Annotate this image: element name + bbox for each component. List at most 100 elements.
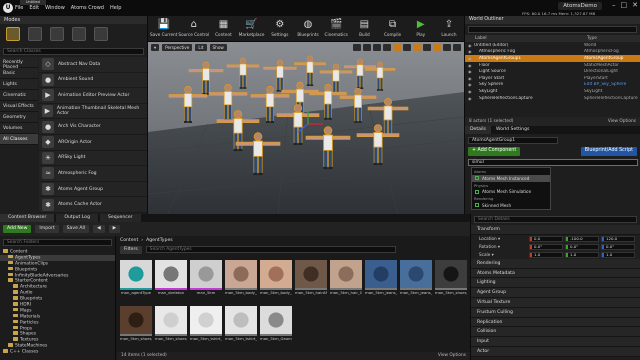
- category-volumes[interactable]: Volumes: [0, 123, 38, 134]
- filters-button[interactable]: Filters: [120, 245, 142, 254]
- save-all-button[interactable]: Save All: [62, 225, 90, 233]
- asset-tile[interactable]: man_5km_hairAN_GEO_MAT: [295, 260, 327, 302]
- category-atoms-metadata[interactable]: Atoms Metadata: [471, 268, 640, 279]
- tab-sequencer[interactable]: Sequencer: [99, 214, 141, 222]
- asset-tile[interactable]: man_5km_tshirt_GEO_MAT: [225, 306, 257, 348]
- category-cinematic[interactable]: Cinematic: [0, 90, 38, 101]
- component-search-input[interactable]: simul: [468, 159, 638, 166]
- scale-z-field[interactable]: 1.0: [601, 251, 635, 258]
- rotation-z-field[interactable]: 0.0°: [601, 243, 635, 250]
- document-tab[interactable]: Untitled: [20, 0, 46, 5]
- translate-tool-icon[interactable]: [353, 44, 361, 51]
- asset-tile[interactable]: man_5km_jeans_GEO_MAT: [400, 260, 432, 302]
- rotation-y-field[interactable]: 0.0°: [565, 243, 599, 250]
- breadcrumb-content[interactable]: Content: [120, 238, 138, 243]
- toolbar-content-button[interactable]: ▦ Content: [210, 17, 236, 41]
- asset-tile[interactable]: man_5km_tshirt_GEO_COL: [190, 306, 222, 348]
- toolbar-blueprints-button[interactable]: ◍ Blueprints: [295, 17, 321, 41]
- toolbar-marketplace-button[interactable]: 🛒 Marketplace: [239, 17, 265, 41]
- import-button[interactable]: Import: [35, 225, 59, 233]
- blueprint-add-script-button[interactable]: Blueprint/Add Script: [580, 147, 637, 156]
- category-recently-placed[interactable]: Recently Placed: [0, 57, 38, 70]
- rotation-size-dropdown[interactable]: [423, 44, 431, 51]
- scale-x-field[interactable]: 1.0: [529, 251, 563, 258]
- outliner-row[interactable]: ◉ SphereReflectionCapture SphereReflection…: [465, 95, 640, 102]
- location-y-field[interactable]: -100.0: [565, 235, 599, 242]
- category-all-classes[interactable]: All Classes: [0, 134, 38, 145]
- place-mode-icon[interactable]: [6, 27, 20, 41]
- toolbar-settings-button[interactable]: ⚙ Settings: [267, 17, 293, 41]
- scale-y-field[interactable]: 1.0: [565, 251, 599, 258]
- class-list-item[interactable]: ☀ ARSky Light: [39, 150, 147, 167]
- category-collision[interactable]: Collision: [471, 327, 640, 338]
- geometry-mode-icon[interactable]: [94, 27, 108, 41]
- asset-tile[interactable]: man_5km: [190, 260, 222, 302]
- category-actor[interactable]: Actor: [471, 346, 640, 357]
- outliner-view-options[interactable]: View Options: [608, 119, 636, 124]
- perspective-button[interactable]: Perspective: [162, 44, 193, 51]
- camera-speed-dropdown[interactable]: [443, 44, 451, 51]
- category-visual-effects[interactable]: Visual Effects: [0, 101, 38, 112]
- location-z-field[interactable]: 120.0: [601, 235, 635, 242]
- outliner-row[interactable]: ◉ Floor StaticMeshActor: [465, 62, 640, 69]
- show-button[interactable]: Show: [209, 44, 227, 51]
- toolbar-source-control-button[interactable]: ⌂ Source Control: [178, 17, 209, 41]
- class-list-item[interactable]: ▶ Animation Editor Preview Actor: [39, 88, 147, 104]
- outliner-row[interactable]: ◉ Light Source DirectionalLight: [465, 68, 640, 75]
- class-list-item[interactable]: ◇ Abstract Nav Data: [39, 57, 147, 73]
- add-component-button[interactable]: + Add Component: [468, 147, 521, 156]
- cb-view-options[interactable]: View Options: [438, 353, 466, 359]
- world-space-icon[interactable]: [383, 44, 391, 51]
- world-outliner-tab[interactable]: World Outliner: [465, 16, 640, 24]
- category-agent-group[interactable]: Agent Group: [471, 288, 640, 298]
- outliner-row[interactable]: ◉ SkyLight SkyLight: [465, 88, 640, 95]
- asset-search-input[interactable]: Search AgentTypes: [145, 246, 396, 253]
- asset-tile[interactable]: man_5km_shoes_GEO_COL: [120, 306, 152, 348]
- rotation-snap-icon[interactable]: [413, 44, 421, 51]
- toolbar-cinematics-button[interactable]: 🎬 Cinematics: [323, 17, 349, 41]
- outliner-row[interactable]: ◉ Atmospheric Fog AtmosphericFog: [465, 49, 640, 56]
- maximize-viewport-icon[interactable]: [453, 44, 461, 51]
- tab-output-log[interactable]: Output Log: [56, 214, 98, 222]
- scale-label[interactable]: Scale ▾: [479, 252, 527, 257]
- menu-window[interactable]: Window: [45, 5, 65, 11]
- asset-tile[interactable]: man_agentType: [120, 260, 152, 302]
- dropdown-item-atoms-mesh-simulation[interactable]: Atoms Mesh Simulation: [472, 189, 550, 196]
- asset-tile[interactable]: man_5km_shoes_GEO_MAT: [435, 260, 467, 302]
- forward-button[interactable]: ▶: [108, 225, 121, 233]
- asset-tile[interactable]: man_5km_body_GEO_MAT: [225, 260, 257, 302]
- toolbar-play-button[interactable]: ▶ Play: [408, 17, 434, 41]
- tab-details[interactable]: Details: [465, 126, 491, 134]
- add-new-button[interactable]: Add New: [3, 225, 32, 233]
- category-virtual-texture[interactable]: Virtual Texture: [471, 297, 640, 308]
- location-label[interactable]: Location ▾: [479, 236, 527, 241]
- actor-name-field[interactable]: AtomsAgentGroup1: [468, 137, 558, 144]
- class-list-item[interactable]: ≈ Atmospheric Fog: [39, 166, 147, 182]
- grid-snap-icon[interactable]: [393, 44, 401, 51]
- scale-tool-icon[interactable]: [373, 44, 381, 51]
- toolbar-launch-button[interactable]: ⇪ Launch: [436, 17, 462, 41]
- lit-button[interactable]: Lit: [195, 44, 207, 51]
- col-label[interactable]: Label: [475, 36, 587, 41]
- outliner-search-input[interactable]: [468, 26, 637, 33]
- folder-tree-item[interactable]: C++ Classes: [0, 349, 115, 355]
- category-lights[interactable]: Lights: [0, 79, 38, 90]
- menu-atoms-crowd[interactable]: Atoms Crowd: [71, 5, 104, 11]
- viewport-menu-button[interactable]: ▾: [151, 44, 160, 51]
- outliner-row[interactable]: ◉ Player Start PlayerStart: [465, 75, 640, 82]
- landscape-mode-icon[interactable]: [50, 27, 64, 41]
- asset-tile[interactable]: man_5km_Geometries: [260, 306, 292, 348]
- rotation-label[interactable]: Rotation ▾: [479, 244, 527, 249]
- close-icon[interactable]: ✕: [632, 1, 638, 9]
- grid-size-dropdown[interactable]: [403, 44, 411, 51]
- category-input[interactable]: Input: [471, 337, 640, 347]
- class-list-item[interactable]: ▶ Animation Thumbnail Skeletal Mesh Actor: [39, 103, 147, 120]
- rotate-tool-icon[interactable]: [363, 44, 371, 51]
- toolbar-build-button[interactable]: ▤ Build: [351, 17, 377, 41]
- paint-mode-icon[interactable]: [28, 27, 42, 41]
- dropdown-item-atoms-mesh-instanced[interactable]: Atoms Mesh Instanced: [472, 175, 550, 182]
- class-list-item[interactable]: ● Ambient Sound: [39, 72, 147, 89]
- menu-edit[interactable]: Edit: [29, 5, 39, 11]
- foliage-mode-icon[interactable]: [72, 27, 86, 41]
- asset-tile[interactable]: man_5km_hair_GEO_COL: [330, 260, 362, 302]
